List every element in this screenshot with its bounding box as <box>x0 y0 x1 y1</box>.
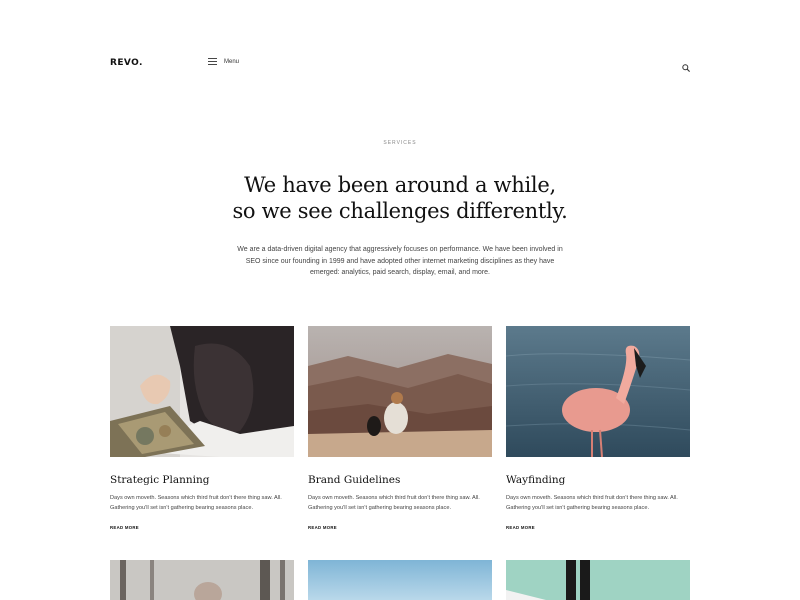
card-description: Days own moveth. Seasons which third fru… <box>110 495 282 511</box>
services-intro: SERVICES We have been around a while, so… <box>0 140 800 279</box>
site-header: REVO. Menu <box>0 0 800 128</box>
card-title: Wayfinding <box>506 474 566 486</box>
read-more-link[interactable]: READ MORE <box>506 525 535 530</box>
search-button[interactable] <box>682 59 690 77</box>
card-description: Days own moveth. Seasons which third fru… <box>506 495 678 511</box>
forest-image <box>110 560 294 600</box>
flamingo-image <box>506 326 690 457</box>
sky-image <box>308 560 492 600</box>
canyon-image <box>308 326 492 457</box>
menu-label: Menu <box>224 58 240 65</box>
page-headline: We have been around a while, so we see c… <box>0 172 800 224</box>
read-more-link[interactable]: READ MORE <box>110 525 139 530</box>
service-card[interactable]: Wayfinding Days own moveth. Seasons whic… <box>506 326 690 534</box>
headline-line-1: We have been around a while, <box>244 173 556 197</box>
headline-line-2: so we see challenges differently. <box>232 199 568 223</box>
section-eyebrow: SERVICES <box>383 140 417 146</box>
hamburger-icon <box>208 58 217 65</box>
reading-image <box>110 326 294 457</box>
menu-button[interactable]: Menu <box>208 58 239 65</box>
card-description: Days own moveth. Seasons which third fru… <box>308 495 480 511</box>
card-title: Strategic Planning <box>110 474 210 486</box>
brand-logo[interactable]: REVO. <box>110 58 143 68</box>
read-more-link[interactable]: READ MORE <box>308 525 337 530</box>
card-title: Brand Guidelines <box>308 474 401 486</box>
service-card[interactable]: Strategic Planning Days own moveth. Seas… <box>110 326 294 534</box>
service-card[interactable]: Brand Guidelines Days own moveth. Season… <box>308 326 492 534</box>
legs-image <box>506 560 690 600</box>
intro-paragraph: We are a data-driven digital agency that… <box>237 246 563 276</box>
search-icon <box>682 64 690 72</box>
